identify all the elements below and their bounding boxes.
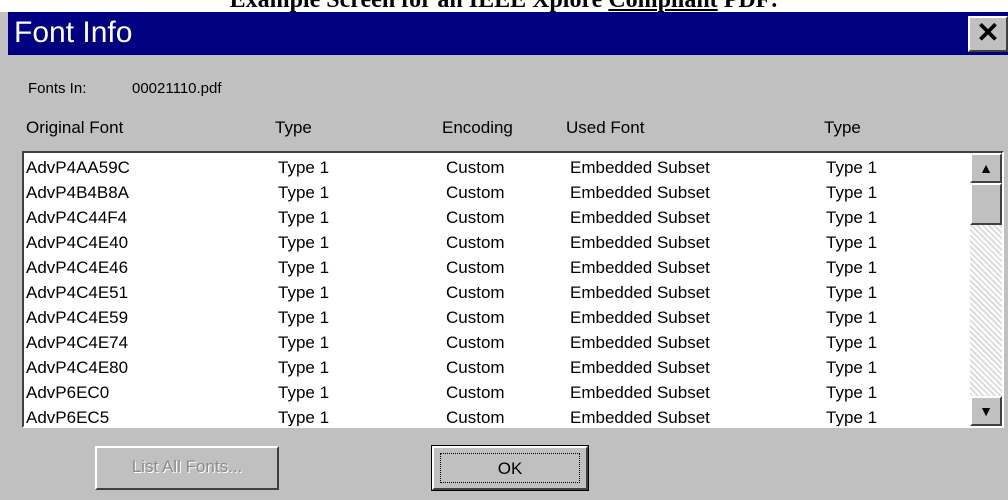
ok-button[interactable]: OK [431, 445, 589, 491]
original-font-cell: AdvP6EC5 [26, 408, 110, 427]
column-header-encoding: Encoding [442, 118, 513, 137]
used-font-cell: Embedded Subset [570, 233, 710, 252]
used-font-cell: Embedded Subset [570, 408, 710, 427]
type-cell: Type 1 [278, 208, 330, 227]
dialog-title: Font Info [14, 16, 133, 49]
vertical-scrollbar[interactable]: ▲ ▼ [970, 153, 1002, 426]
encoding-cell: Custom [446, 158, 505, 177]
title-bar[interactable]: Font Info ✕ [8, 12, 1008, 55]
used-font-cell: Embedded Subset [570, 333, 710, 352]
font-row[interactable]: AdvP4AA59C Type 1 Custom Embedded Subset Typ… [24, 156, 972, 181]
scroll-thumb[interactable] [970, 183, 1002, 225]
used-type-cell: Type 1 [826, 258, 878, 277]
encoding-cell: Custom [446, 408, 505, 427]
font-info-dialog: Font Info ✕ Fonts In: 00021110.pdf Origi… [0, 12, 1008, 500]
used-type-cell: Type 1 [826, 283, 878, 302]
type-cell: Type 1 [278, 333, 330, 352]
column-header-type: Type [275, 118, 312, 137]
encoding-cell: Custom [446, 358, 505, 377]
used-font-cell: Embedded Subset [570, 358, 710, 377]
encoding-cell: Custom [446, 383, 505, 402]
used-type-cell: Type 1 [826, 208, 878, 227]
original-font-cell: AdvP4C4E80 [26, 358, 129, 377]
font-row[interactable]: AdvP4C4E46 Type 1 Custom Embedded Subset Typ… [24, 256, 972, 281]
original-font-cell: AdvP4C4E51 [26, 283, 129, 302]
font-row[interactable]: AdvP6EC0 Type 1 Custom Embedded Subset Type … [24, 381, 972, 406]
original-font-cell: AdvP6EC0 [26, 383, 110, 402]
used-font-cell: Embedded Subset [570, 283, 710, 302]
ok-label: OK [440, 453, 580, 483]
type-cell: Type 1 [278, 383, 330, 402]
list-all-fonts-button[interactable]: List All Fonts... [95, 446, 279, 490]
encoding-cell: Custom [446, 183, 505, 202]
type-cell: Type 1 [278, 408, 330, 427]
fonts-in-label: Fonts In: [28, 80, 87, 97]
page-caption: Example Screen for an IEEE Xplore Compli… [0, 0, 1008, 12]
font-row[interactable]: AdvP4C4E51 Type 1 Custom Embedded Subset Typ… [24, 281, 972, 306]
used-type-cell: Type 1 [826, 358, 878, 377]
encoding-cell: Custom [446, 308, 505, 327]
type-cell: Type 1 [278, 258, 330, 277]
used-type-cell: Type 1 [826, 383, 878, 402]
used-font-cell: Embedded Subset [570, 158, 710, 177]
used-type-cell: Type 1 [826, 233, 878, 252]
font-row[interactable]: AdvP4C4E40 Type 1 Custom Embedded Subset Typ… [24, 231, 972, 256]
type-cell: Type 1 [278, 283, 330, 302]
font-row[interactable]: AdvP4C44F4 Type 1 Custom Embedded Subset Typ… [24, 206, 972, 231]
type-cell: Type 1 [278, 158, 330, 177]
original-font-cell: AdvP4B4B8A [26, 183, 130, 202]
original-font-cell: AdvP4C4E59 [26, 308, 129, 327]
original-font-cell: AdvP4C4E74 [26, 333, 129, 352]
used-font-cell: Embedded Subset [570, 208, 710, 227]
font-list[interactable]: AdvP4AA59C Type 1 Custom Embedded Subset Typ… [22, 151, 1004, 428]
font-row[interactable]: AdvP6EC5 Type 1 Custom Embedded Subset Type … [24, 406, 972, 427]
font-list-rows: AdvP4AA59C Type 1 Custom Embedded Subset Typ… [24, 156, 972, 427]
encoding-cell: Custom [446, 233, 505, 252]
type-cell: Type 1 [278, 358, 330, 377]
used-type-cell: Type 1 [826, 158, 878, 177]
close-icon: ✕ [976, 17, 1000, 48]
used-type-cell: Type 1 [826, 408, 878, 427]
original-font-cell: AdvP4AA59C [26, 158, 130, 177]
used-type-cell: Type 1 [826, 308, 878, 327]
fonts-in-value: 00021110.pdf [132, 80, 222, 97]
font-row[interactable]: AdvP4C4E80 Type 1 Custom Embedded Subset Typ… [24, 356, 972, 381]
column-header-used-font: Used Font [566, 118, 645, 137]
type-cell: Type 1 [278, 183, 330, 202]
used-type-cell: Type 1 [826, 333, 878, 352]
type-cell: Type 1 [278, 308, 330, 327]
column-header-original-font: Original Font [26, 118, 124, 137]
scroll-up-button[interactable]: ▲ [970, 153, 1002, 183]
arrow-up-icon: ▲ [979, 160, 993, 176]
original-font-cell: AdvP4C4E46 [26, 258, 129, 277]
original-font-cell: AdvP4C44F4 [26, 208, 128, 227]
encoding-cell: Custom [446, 208, 505, 227]
used-font-cell: Embedded Subset [570, 308, 710, 327]
font-row[interactable]: AdvP4C4E59 Type 1 Custom Embedded Subset Typ… [24, 306, 972, 331]
arrow-down-icon: ▼ [979, 403, 993, 419]
scroll-down-button[interactable]: ▼ [970, 396, 1002, 426]
encoding-cell: Custom [446, 333, 505, 352]
encoding-cell: Custom [446, 283, 505, 302]
encoding-cell: Custom [446, 258, 505, 277]
type-cell: Type 1 [278, 233, 330, 252]
used-type-cell: Type 1 [826, 183, 878, 202]
column-header-used-type: Type [824, 118, 861, 137]
close-button[interactable]: ✕ [968, 16, 1008, 52]
font-row[interactable]: AdvP4C4E74 Type 1 Custom Embedded Subset Typ… [24, 331, 972, 356]
used-font-cell: Embedded Subset [570, 383, 710, 402]
used-font-cell: Embedded Subset [570, 183, 710, 202]
used-font-cell: Embedded Subset [570, 258, 710, 277]
original-font-cell: AdvP4C4E40 [26, 233, 129, 252]
font-row[interactable]: AdvP4B4B8A Type 1 Custom Embedded Subset Typ… [24, 181, 972, 206]
